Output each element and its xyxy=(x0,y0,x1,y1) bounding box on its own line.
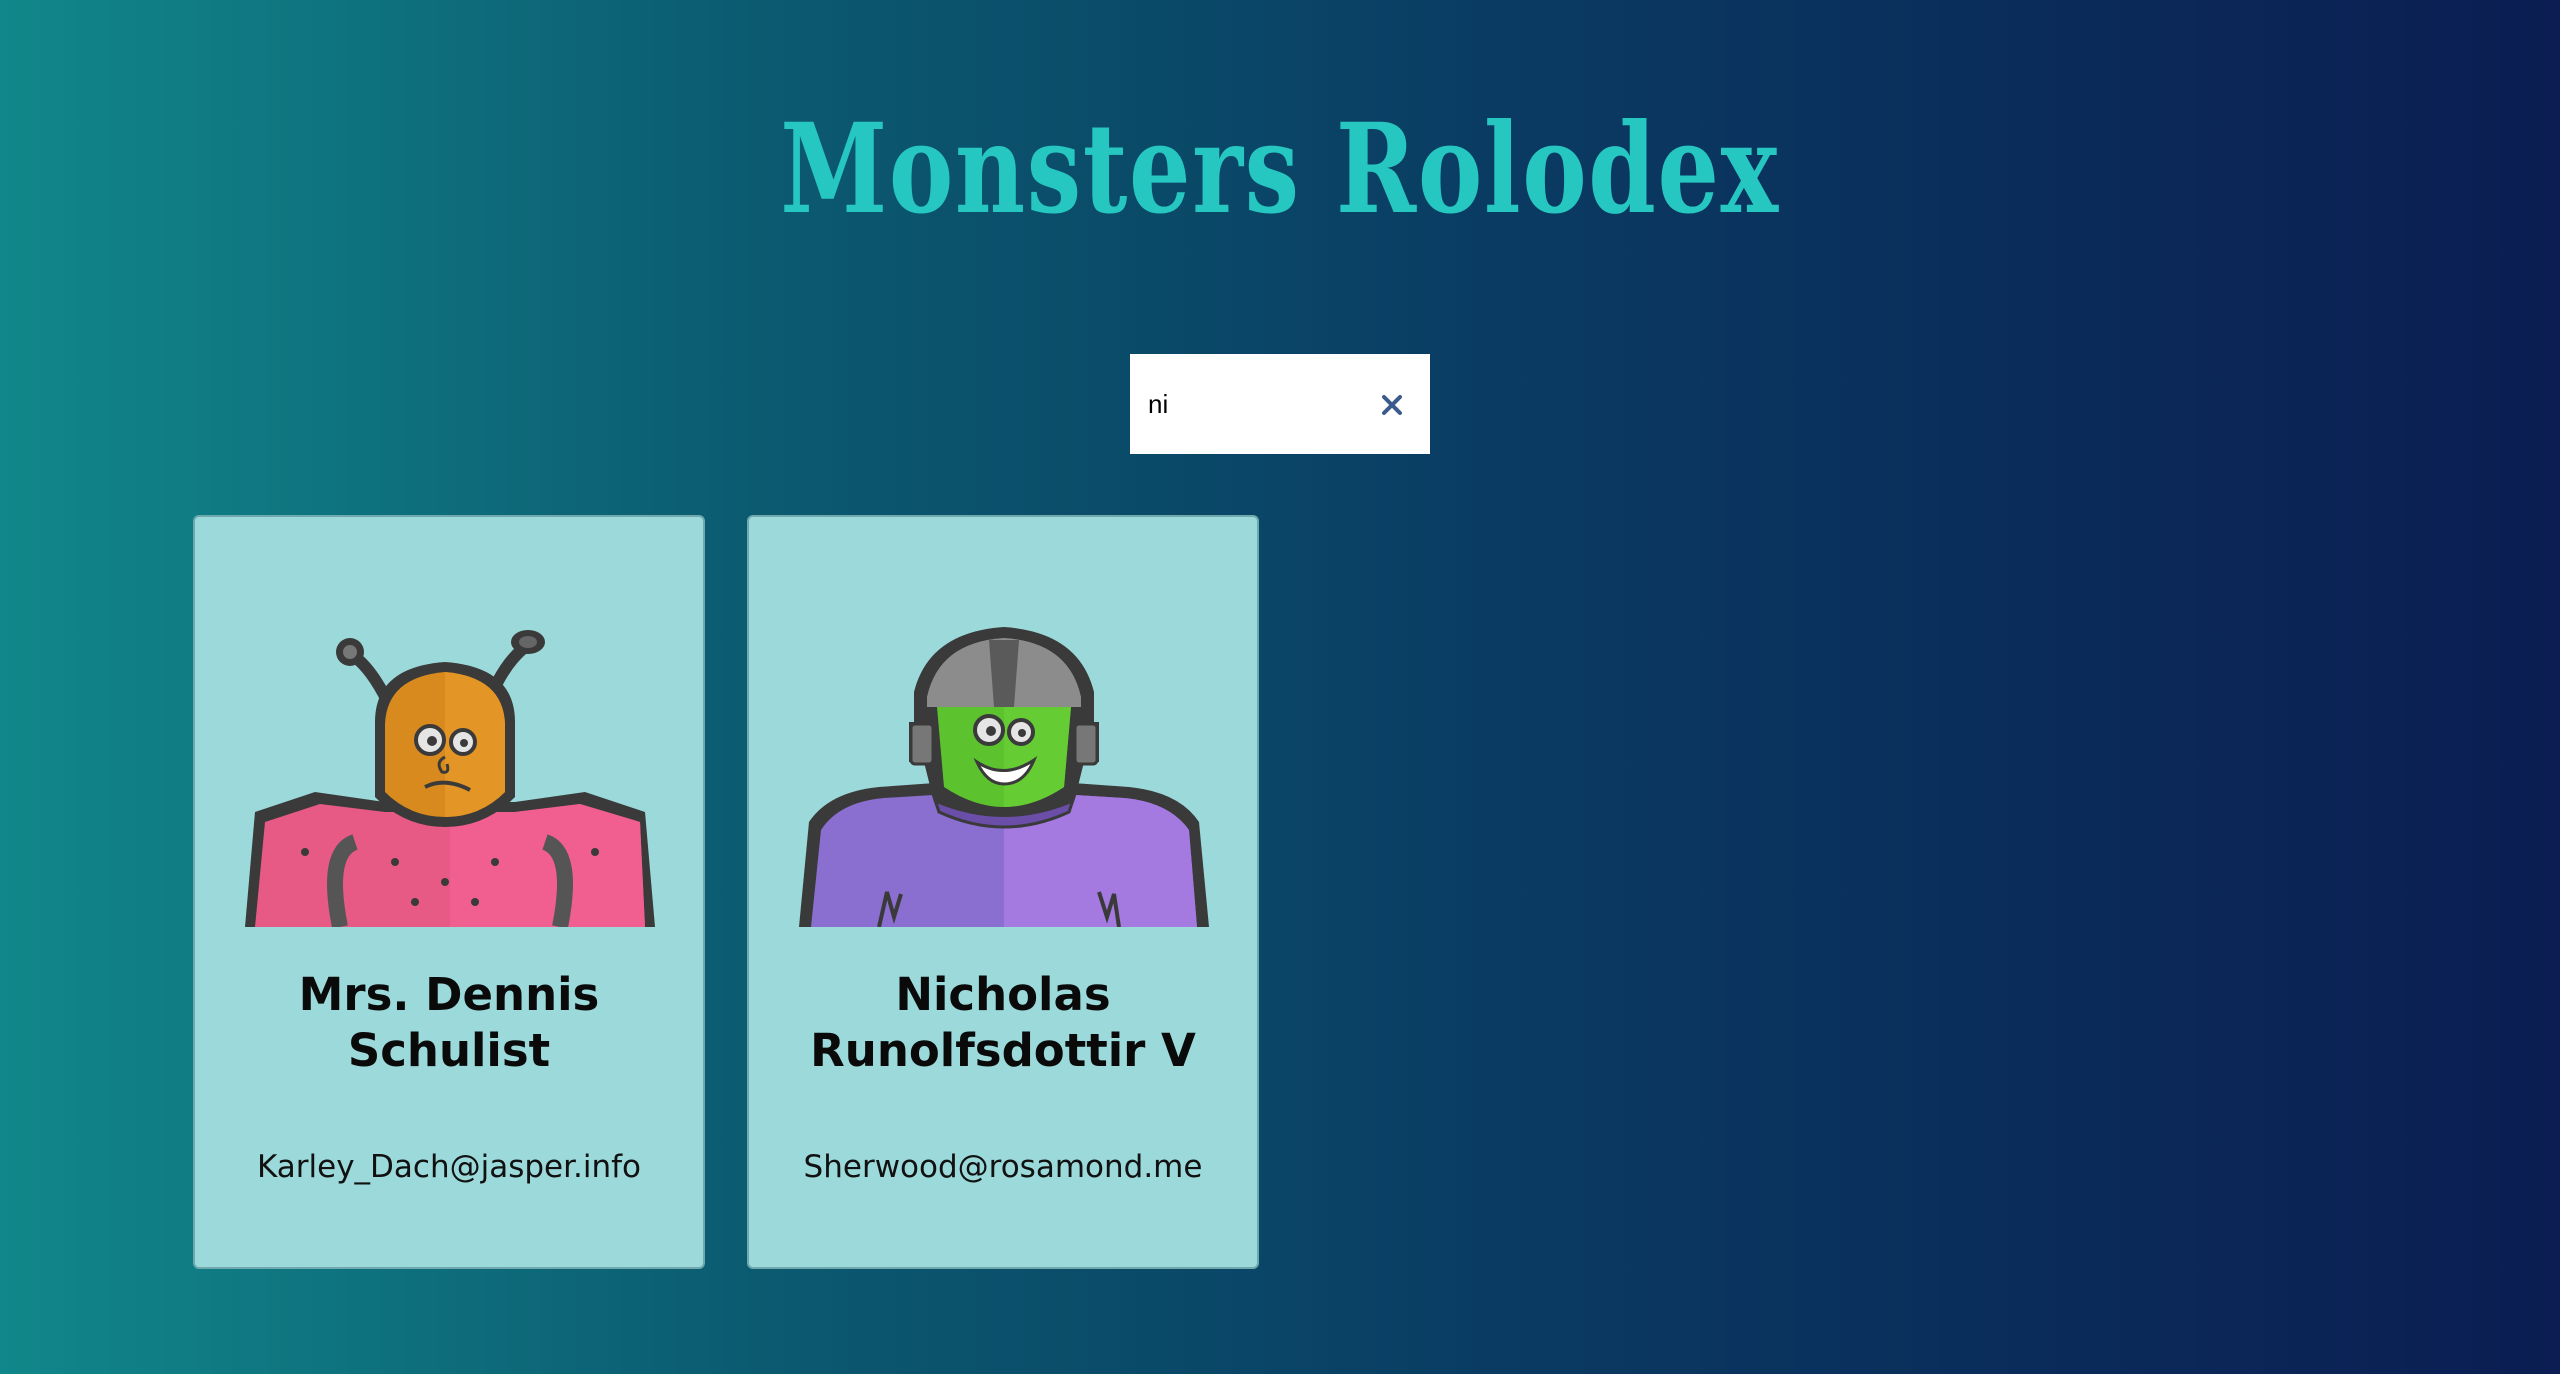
robot-avatar-orange-icon xyxy=(245,612,655,927)
monster-email: Karley_Dach@jasper.info xyxy=(256,1149,642,1185)
page-title: Monsters Rolodex xyxy=(780,97,1780,242)
monster-name-line: Mrs. Dennis xyxy=(298,968,600,1021)
close-icon[interactable] xyxy=(1380,393,1404,417)
monster-name-line: Nicholas xyxy=(895,968,1111,1021)
monster-card[interactable]: Nicholas Runolfsdottir V Sherwood@rosamo… xyxy=(747,515,1259,1269)
search-input[interactable] xyxy=(1148,382,1378,426)
monster-name-line: Schulist xyxy=(347,1024,551,1077)
monster-name: Nicholas Runolfsdottir V xyxy=(769,967,1237,1079)
monster-name: Mrs. Dennis Schulist xyxy=(215,967,683,1079)
monster-email: Sherwood@rosamond.me xyxy=(803,1149,1203,1185)
monster-card[interactable]: Mrs. Dennis Schulist Karley_Dach@jasper.… xyxy=(193,515,705,1269)
robot-avatar-green-icon xyxy=(799,612,1209,927)
monster-name-line: Runolfsdottir V xyxy=(810,1024,1196,1077)
